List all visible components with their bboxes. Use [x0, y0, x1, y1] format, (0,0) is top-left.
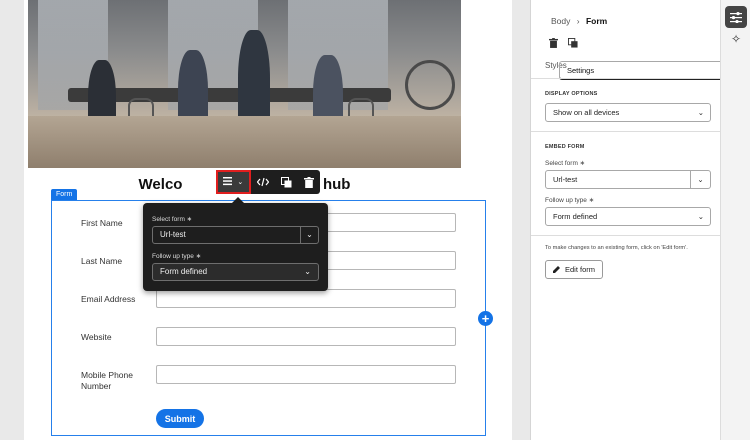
follow-up-value: Form defined: [553, 212, 598, 221]
panel-tabs: Settings Styles: [545, 61, 725, 80]
popover-follow-up-value: Form defined: [160, 267, 208, 276]
field-label-email: Email Address: [81, 294, 136, 304]
chevron-down-icon[interactable]: ⌄: [300, 227, 318, 243]
chevron-down-icon: ⌄: [697, 212, 704, 221]
panel-actions: [549, 38, 578, 51]
popover-select-form-value: Url-test: [160, 230, 186, 239]
trash-icon[interactable]: [299, 172, 320, 192]
edit-form-note: To make changes to an existing form, cli…: [545, 245, 688, 251]
divider: [531, 131, 720, 132]
breadcrumb-parent[interactable]: Body: [551, 16, 570, 26]
duplicate-icon[interactable]: [276, 172, 297, 192]
select-form-label: Select form ∗: [545, 160, 586, 167]
field-label-first-name: First Name: [81, 218, 123, 228]
popover-follow-up-label: Follow up type ∗: [152, 253, 202, 260]
properties-panel: Body › Form Settings Styles DISPLAY OPTI…: [530, 0, 725, 440]
breadcrumb: Body › Form: [551, 16, 607, 26]
chevron-down-icon: ⌄: [237, 179, 244, 186]
block-toolbar: ⌄: [216, 170, 320, 194]
popover-select-form-label: Select form ∗: [152, 216, 193, 223]
editor-canvas[interactable]: Welco ng hub Form First Name Last Name Em…: [0, 0, 512, 440]
popover-select-form-combobox[interactable]: Url-test ⌄: [152, 226, 319, 244]
select-form-combobox[interactable]: Url-test ⌄: [545, 170, 711, 189]
sparkle-icon[interactable]: ✧: [725, 28, 747, 50]
chevron-down-icon: ⌄: [304, 267, 311, 276]
breadcrumb-current: Form: [585, 16, 608, 26]
layout-menu-button[interactable]: ⌄: [216, 170, 251, 194]
submit-button[interactable]: Submit: [156, 409, 204, 428]
layout-icon: [223, 176, 235, 189]
display-options-title: DISPLAY OPTIONS: [545, 91, 598, 97]
code-icon[interactable]: [253, 172, 274, 192]
display-options-select[interactable]: Show on all devices ⌄: [545, 103, 711, 122]
divider: [531, 78, 720, 79]
add-block-button[interactable]: +: [478, 311, 493, 326]
email-input[interactable]: [156, 289, 456, 308]
field-label-mobile-phone: Mobile Phone Number: [81, 370, 133, 391]
pencil-icon: [552, 265, 561, 275]
settings-sliders-icon[interactable]: [725, 6, 747, 28]
duplicate-icon[interactable]: [568, 38, 578, 51]
mobile-phone-input[interactable]: [156, 365, 456, 384]
chevron-right-icon: ›: [576, 16, 580, 26]
form-settings-popover: Select form ∗ Url-test ⌄ Follow up type …: [143, 203, 328, 291]
form-block-tag[interactable]: Form: [51, 189, 78, 200]
right-rail: ✧: [720, 0, 750, 440]
heading-text-left: Welco: [138, 176, 183, 193]
website-input[interactable]: [156, 327, 456, 346]
trash-icon[interactable]: [549, 38, 558, 51]
chevron-down-icon[interactable]: ⌄: [690, 171, 710, 188]
field-label-last-name: Last Name: [81, 256, 123, 266]
select-form-value: Url-test: [553, 175, 578, 184]
field-label-website: Website: [81, 332, 112, 342]
popover-follow-up-select[interactable]: Form defined ⌄: [152, 263, 319, 281]
follow-up-label: Follow up type ∗: [545, 197, 595, 204]
follow-up-select[interactable]: Form defined ⌄: [545, 207, 711, 226]
edit-form-button[interactable]: Edit form: [545, 260, 603, 279]
display-options-value: Show on all devices: [553, 108, 620, 117]
embed-form-title: EMBED FORM: [545, 144, 585, 150]
chevron-down-icon: ⌄: [697, 108, 704, 117]
divider: [531, 235, 720, 236]
hero-image[interactable]: [28, 0, 461, 168]
edit-form-label: Edit form: [564, 265, 595, 274]
